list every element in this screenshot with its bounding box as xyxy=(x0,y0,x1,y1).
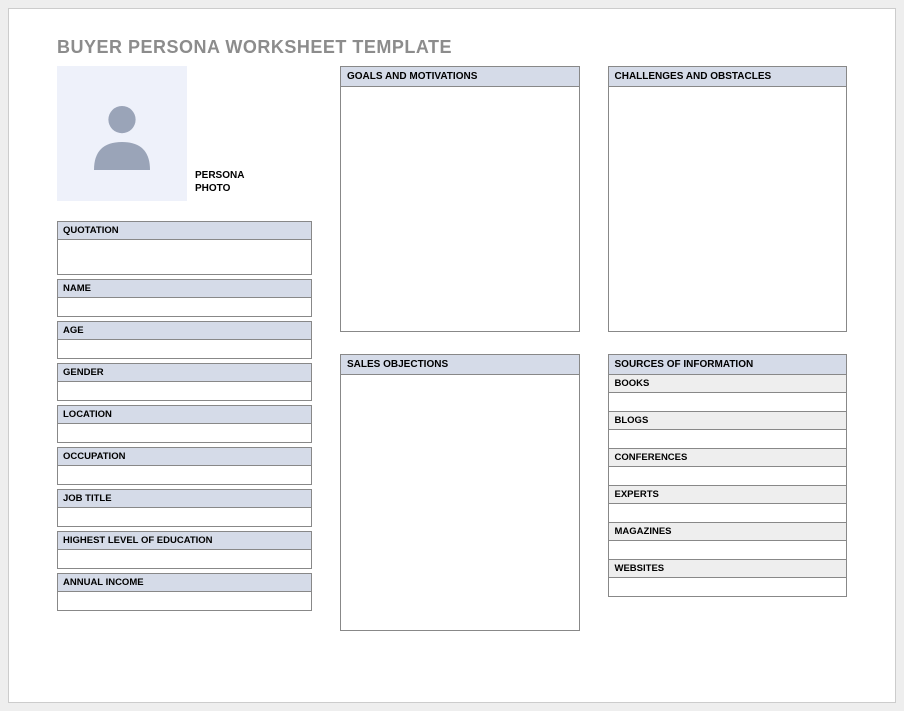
field-age: AGE xyxy=(57,321,312,359)
worksheet-page: BUYER PERSONA WORKSHEET TEMPLATE PERSONA… xyxy=(8,8,896,703)
field-input[interactable] xyxy=(58,240,311,274)
field-label: JOB TITLE xyxy=(58,490,311,508)
panel-input[interactable] xyxy=(341,375,579,630)
panel-input[interactable] xyxy=(341,87,579,331)
subfield-label: EXPERTS xyxy=(609,486,847,504)
field-quotation: QUOTATION xyxy=(57,221,312,275)
persona-photo-placeholder xyxy=(57,66,187,201)
field-input[interactable] xyxy=(58,382,311,400)
subfield-experts: EXPERTS xyxy=(609,485,847,522)
field-input[interactable] xyxy=(58,466,311,484)
middle-column: GOALS AND MOTIVATIONS SALES OBJECTIONS xyxy=(340,66,580,631)
subfield-input[interactable] xyxy=(609,504,847,522)
field-location: LOCATION xyxy=(57,405,312,443)
person-icon xyxy=(82,94,162,174)
panel-label: GOALS AND MOTIVATIONS xyxy=(341,67,579,87)
subfield-magazines: MAGAZINES xyxy=(609,522,847,559)
field-income: ANNUAL INCOME xyxy=(57,573,312,611)
subfield-label: CONFERENCES xyxy=(609,449,847,467)
panel-challenges: CHALLENGES AND OBSTACLES xyxy=(608,66,848,332)
photo-label: PERSONA PHOTO xyxy=(195,169,244,201)
subfield-conferences: CONFERENCES xyxy=(609,448,847,485)
page-title: BUYER PERSONA WORKSHEET TEMPLATE xyxy=(57,37,847,58)
subfield-label: BOOKS xyxy=(609,375,847,393)
subfield-input[interactable] xyxy=(609,393,847,411)
field-label: LOCATION xyxy=(58,406,311,424)
subfield-blogs: BLOGS xyxy=(609,411,847,448)
sources-list: BOOKS BLOGS CONFERENCES EXPERTS xyxy=(609,375,847,596)
field-input[interactable] xyxy=(58,340,311,358)
panel-label: CHALLENGES AND OBSTACLES xyxy=(609,67,847,87)
field-occupation: OCCUPATION xyxy=(57,447,312,485)
field-label: OCCUPATION xyxy=(58,448,311,466)
field-label: QUOTATION xyxy=(58,222,311,240)
subfield-input[interactable] xyxy=(609,467,847,485)
field-label: AGE xyxy=(58,322,311,340)
subfield-input[interactable] xyxy=(609,578,847,596)
field-education: HIGHEST LEVEL OF EDUCATION xyxy=(57,531,312,569)
subfield-input[interactable] xyxy=(609,430,847,448)
panel-label: SALES OBJECTIONS xyxy=(341,355,579,375)
field-input[interactable] xyxy=(58,592,311,610)
field-name: NAME xyxy=(57,279,312,317)
subfield-input[interactable] xyxy=(609,541,847,559)
left-column: PERSONA PHOTO QUOTATION NAME AGE GENDER … xyxy=(57,66,312,631)
layout-grid: PERSONA PHOTO QUOTATION NAME AGE GENDER … xyxy=(57,66,847,631)
field-input[interactable] xyxy=(58,508,311,526)
panel-goals: GOALS AND MOTIVATIONS xyxy=(340,66,580,332)
panel-objections: SALES OBJECTIONS xyxy=(340,354,580,631)
field-gender: GENDER xyxy=(57,363,312,401)
panel-label: SOURCES OF INFORMATION xyxy=(609,355,847,375)
panel-sources: SOURCES OF INFORMATION BOOKS BLOGS CONFE… xyxy=(608,354,848,597)
subfield-websites: WEBSITES xyxy=(609,559,847,596)
field-label: GENDER xyxy=(58,364,311,382)
field-label: HIGHEST LEVEL OF EDUCATION xyxy=(58,532,311,550)
panel-input[interactable] xyxy=(609,87,847,331)
photo-row: PERSONA PHOTO xyxy=(57,66,312,201)
field-input[interactable] xyxy=(58,550,311,568)
subfield-books: BOOKS xyxy=(609,375,847,411)
subfield-label: WEBSITES xyxy=(609,560,847,578)
field-input[interactable] xyxy=(58,424,311,442)
subfield-label: BLOGS xyxy=(609,412,847,430)
field-label: NAME xyxy=(58,280,311,298)
field-label: ANNUAL INCOME xyxy=(58,574,311,592)
subfield-label: MAGAZINES xyxy=(609,523,847,541)
field-job-title: JOB TITLE xyxy=(57,489,312,527)
right-column: CHALLENGES AND OBSTACLES SOURCES OF INFO… xyxy=(608,66,848,631)
field-input[interactable] xyxy=(58,298,311,316)
